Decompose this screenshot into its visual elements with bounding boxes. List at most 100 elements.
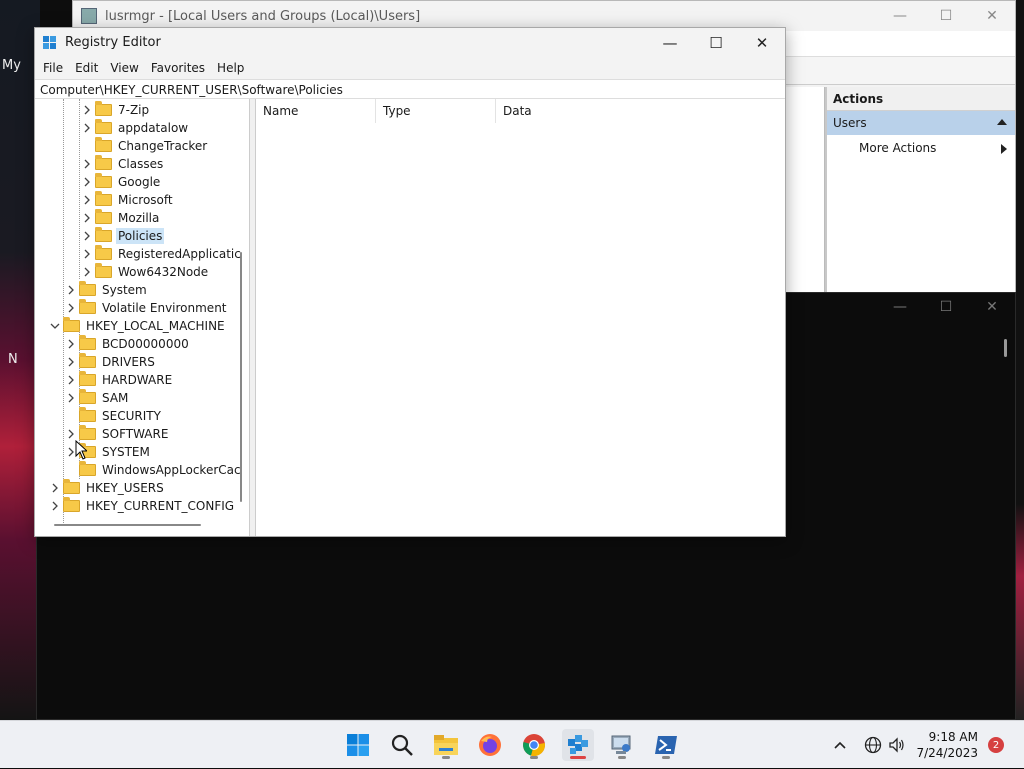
clock-date: 7/24/2023 bbox=[916, 746, 978, 760]
maximize-button[interactable]: ☐ bbox=[693, 28, 739, 57]
notification-badge[interactable]: 2 bbox=[988, 737, 1004, 753]
menu-edit[interactable]: Edit bbox=[69, 59, 104, 77]
tree-node[interactable]: HKEY_LOCAL_MACHINE bbox=[49, 317, 227, 335]
column-header-type[interactable]: Type bbox=[376, 99, 496, 123]
chevron-right-icon[interactable] bbox=[49, 479, 61, 497]
chevron-right-icon[interactable] bbox=[65, 299, 77, 317]
tree-node[interactable]: Classes bbox=[81, 155, 165, 173]
tree-guide-line bbox=[63, 99, 64, 325]
close-button[interactable]: ✕ bbox=[739, 28, 785, 57]
clock[interactable]: 9:18 AM 7/24/2023 bbox=[916, 729, 978, 761]
tree-node[interactable]: RegisteredApplicatic bbox=[81, 245, 243, 263]
tree-node[interactable]: HKEY_USERS bbox=[49, 479, 166, 497]
tree-horizontal-scrollbar[interactable] bbox=[54, 524, 201, 526]
volume-button[interactable] bbox=[888, 721, 906, 769]
actions-users-section[interactable]: Users bbox=[827, 111, 1015, 135]
tree-node-label: Volatile Environment bbox=[102, 301, 227, 315]
terminal-close-button[interactable]: ✕ bbox=[969, 293, 1015, 321]
tree-node[interactable]: ChangeTracker bbox=[81, 137, 209, 155]
desktop-icon-label[interactable]: My bbox=[2, 58, 21, 73]
menu-bar: File Edit View Favorites Help bbox=[35, 57, 785, 79]
file-explorer-icon[interactable] bbox=[430, 729, 462, 761]
chevron-right-icon[interactable] bbox=[65, 371, 77, 389]
minimize-button[interactable]: — bbox=[647, 28, 693, 57]
registry-editor-icon[interactable] bbox=[562, 729, 594, 761]
minimize-button[interactable]: — bbox=[877, 1, 923, 31]
tree-node-label: Microsoft bbox=[118, 193, 173, 207]
terminal-minimize-button[interactable]: — bbox=[877, 293, 923, 321]
chevron-right-icon[interactable] bbox=[65, 353, 77, 371]
tree-node[interactable]: appdatalow bbox=[81, 119, 190, 137]
column-header-data[interactable]: Data bbox=[496, 99, 616, 123]
chevron-right-icon[interactable] bbox=[81, 227, 93, 245]
lusrmgr-icon[interactable] bbox=[606, 729, 638, 761]
registry-editor-titlebar[interactable]: Registry Editor — ☐ ✕ bbox=[35, 28, 785, 57]
desktop-icon-label[interactable]: N bbox=[8, 352, 18, 367]
search-icon[interactable] bbox=[386, 729, 418, 761]
computer-management-icon bbox=[81, 8, 97, 24]
menu-view[interactable]: View bbox=[104, 59, 144, 77]
tree-node[interactable]: HARDWARE bbox=[65, 371, 174, 389]
chevron-right-icon[interactable] bbox=[81, 191, 93, 209]
tree-node-label: Classes bbox=[118, 157, 164, 171]
tree-node-label: SOFTWARE bbox=[102, 427, 169, 441]
tree-node-label: ChangeTracker bbox=[118, 139, 208, 153]
show-hidden-icons-button[interactable] bbox=[832, 721, 848, 769]
menu-help[interactable]: Help bbox=[211, 59, 250, 77]
maximize-button[interactable]: ☐ bbox=[923, 1, 969, 31]
clock-time: 9:18 AM bbox=[928, 730, 978, 744]
tree-node[interactable]: Mozilla bbox=[81, 209, 161, 227]
close-button[interactable]: ✕ bbox=[969, 1, 1015, 31]
chevron-right-icon[interactable] bbox=[65, 389, 77, 407]
tree-node[interactable]: Microsoft bbox=[81, 191, 175, 209]
network-button[interactable] bbox=[864, 721, 882, 769]
tree-node[interactable]: 7-Zip bbox=[81, 101, 151, 119]
chevron-right-icon[interactable] bbox=[81, 173, 93, 191]
address-bar[interactable]: Computer\HKEY_CURRENT_USER\Software\Poli… bbox=[35, 79, 785, 99]
tree-node[interactable]: Wow6432Node bbox=[81, 263, 210, 281]
taskbar: 9:18 AM 7/24/2023 2 bbox=[0, 720, 1024, 768]
chevron-right-icon[interactable] bbox=[65, 281, 77, 299]
folder-icon bbox=[95, 263, 112, 278]
terminal-scrollbar[interactable] bbox=[1004, 339, 1007, 357]
start-icon[interactable] bbox=[342, 729, 374, 761]
tree-node[interactable]: DRIVERS bbox=[65, 353, 157, 371]
tree-node[interactable]: SECURITY bbox=[65, 407, 163, 425]
chevron-right-icon[interactable] bbox=[49, 497, 61, 515]
firefox-icon[interactable] bbox=[474, 729, 506, 761]
tree-node[interactable]: System bbox=[65, 281, 149, 299]
terminal-maximize-button[interactable]: ☐ bbox=[923, 293, 969, 321]
tree-node[interactable]: SAM bbox=[65, 389, 130, 407]
values-list[interactable]: Name Type Data bbox=[255, 99, 785, 536]
key-tree[interactable]: 7-Zip appdatalow ChangeTracker Classes Googl… bbox=[35, 99, 250, 536]
chevron-right-icon[interactable] bbox=[81, 155, 93, 173]
tree-node-label: SYSTEM bbox=[102, 445, 150, 459]
collapse-up-icon[interactable] bbox=[997, 119, 1007, 125]
folder-icon bbox=[95, 173, 112, 188]
folder-icon bbox=[95, 101, 112, 116]
tree-node[interactable]: Volatile Environment bbox=[65, 299, 229, 317]
chevron-right-icon[interactable] bbox=[81, 101, 93, 119]
tree-node[interactable]: HKEY_CURRENT_CONFIG bbox=[49, 497, 236, 515]
column-headers: Name Type Data bbox=[256, 99, 785, 123]
powershell-icon[interactable] bbox=[650, 729, 682, 761]
tree-node[interactable]: Google bbox=[81, 173, 162, 191]
chevron-right-icon[interactable] bbox=[81, 209, 93, 227]
tree-node[interactable]: BCD00000000 bbox=[65, 335, 191, 353]
chevron-right-icon[interactable] bbox=[81, 119, 93, 137]
more-actions-item[interactable]: More Actions bbox=[827, 135, 1015, 159]
folder-icon bbox=[79, 407, 96, 422]
menu-favorites[interactable]: Favorites bbox=[145, 59, 211, 77]
folder-icon bbox=[95, 227, 112, 242]
menu-file[interactable]: File bbox=[37, 59, 69, 77]
folder-icon bbox=[63, 497, 80, 512]
tree-node[interactable]: Policies bbox=[81, 227, 165, 245]
tree-node[interactable]: WindowsAppLockerCac bbox=[65, 461, 243, 479]
chevron-right-icon[interactable] bbox=[81, 263, 93, 281]
chevron-down-icon[interactable] bbox=[49, 317, 61, 335]
registry-editor-window[interactable]: Registry Editor — ☐ ✕ File Edit View Fav… bbox=[34, 27, 786, 537]
chrome-icon[interactable] bbox=[518, 729, 550, 761]
chevron-right-icon[interactable] bbox=[81, 245, 93, 263]
column-header-name[interactable]: Name bbox=[256, 99, 376, 123]
chevron-right-icon[interactable] bbox=[65, 335, 77, 353]
